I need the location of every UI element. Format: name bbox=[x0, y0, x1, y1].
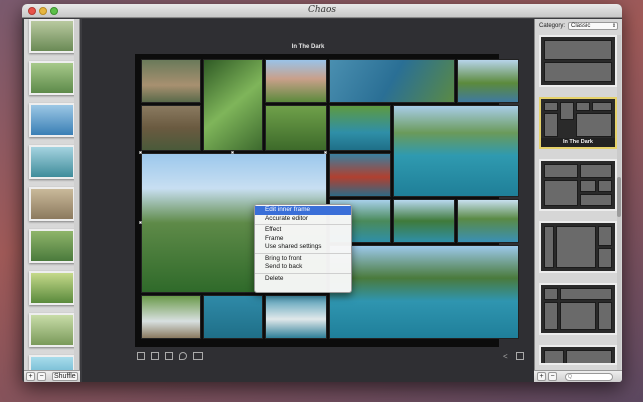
collage-photo[interactable] bbox=[329, 153, 391, 197]
menu-item-use-shared-settings[interactable]: Use shared settings bbox=[255, 243, 351, 252]
layout-name: In The Dark bbox=[541, 138, 615, 147]
layout-panel-toolbar: + − Q bbox=[534, 370, 622, 382]
collage-photo[interactable] bbox=[203, 59, 263, 151]
collage-photo[interactable] bbox=[393, 199, 455, 243]
drop-icon[interactable] bbox=[179, 352, 187, 360]
photo-thumbnail[interactable] bbox=[29, 229, 75, 263]
collage-photo[interactable] bbox=[265, 105, 327, 151]
collage-photo[interactable] bbox=[329, 105, 391, 151]
collage-photo[interactable] bbox=[141, 59, 201, 103]
photo-thumbnail[interactable] bbox=[29, 103, 75, 137]
collage-photo[interactable] bbox=[141, 295, 201, 339]
remove-layout-button[interactable]: − bbox=[548, 372, 557, 381]
collage-photo[interactable] bbox=[393, 105, 519, 197]
photo-thumbnail[interactable] bbox=[29, 271, 75, 305]
layout-panel: Category: Classic ⇕ In The Dark bbox=[534, 19, 622, 382]
resize-handle[interactable] bbox=[139, 221, 142, 224]
category-select[interactable]: Classic ⇕ bbox=[568, 22, 619, 30]
remove-photo-button[interactable]: − bbox=[37, 372, 46, 381]
menu-separator bbox=[255, 252, 351, 254]
resize-handle[interactable] bbox=[231, 151, 234, 154]
photo-thumbnail[interactable] bbox=[29, 145, 75, 179]
menu-separator bbox=[255, 272, 351, 274]
collage-photo[interactable] bbox=[141, 105, 201, 151]
layout-thumbnail[interactable] bbox=[539, 159, 617, 211]
layout-icon[interactable] bbox=[165, 352, 173, 360]
category-label: Category: bbox=[539, 23, 566, 29]
layout-thumbnail[interactable] bbox=[539, 283, 617, 335]
scrollbar-knob[interactable] bbox=[617, 177, 621, 217]
app-title: Chaos bbox=[307, 5, 337, 15]
collage-photo[interactable] bbox=[329, 59, 455, 103]
canvas-toolbar bbox=[137, 352, 203, 360]
menu-item-bring-to-front[interactable]: Bring to front bbox=[255, 255, 351, 264]
resize-handle[interactable] bbox=[139, 151, 142, 154]
crop-icon[interactable] bbox=[137, 352, 145, 360]
layout-list: In The Dark bbox=[539, 35, 617, 375]
menu-item-delete[interactable]: Delete bbox=[255, 275, 351, 284]
sidebar-scrollbar[interactable] bbox=[74, 19, 79, 370]
search-icon: Q bbox=[568, 373, 572, 380]
title-bar: Chaos bbox=[22, 4, 622, 18]
fit-view-icon[interactable] bbox=[516, 352, 524, 360]
context-menu: Edit inner frame Accurate editor Effect Fra… bbox=[254, 204, 352, 293]
shuffle-button[interactable]: Shuffle bbox=[52, 372, 78, 381]
menu-item-effect[interactable]: Effect bbox=[255, 226, 351, 235]
collage-photo[interactable] bbox=[265, 295, 327, 339]
menu-item-edit-inner-frame[interactable]: Edit inner frame bbox=[255, 206, 351, 215]
photo-sidebar-toolbar: + − Shuffle bbox=[24, 370, 80, 382]
rectangle-icon[interactable] bbox=[193, 352, 203, 360]
layout-thumbnail[interactable] bbox=[539, 345, 617, 365]
category-row: Category: Classic ⇕ bbox=[539, 22, 619, 30]
add-layout-button[interactable]: + bbox=[537, 372, 546, 381]
photo-thumbnail[interactable] bbox=[29, 61, 75, 95]
layout-search-input[interactable]: Q bbox=[565, 372, 613, 381]
photo-thumbnail-list bbox=[28, 19, 76, 382]
layout-scrollbar[interactable] bbox=[617, 35, 621, 379]
collage-canvas-area: In The Dark < bbox=[82, 19, 534, 382]
resize-handle[interactable] bbox=[324, 151, 327, 154]
chevron-down-icon: ⇕ bbox=[611, 23, 617, 29]
share-icon[interactable]: < bbox=[503, 352, 508, 361]
app-window: Chaos + − Shuffle In The Dark < Category… bbox=[22, 4, 622, 382]
collage bbox=[135, 54, 519, 347]
photo-thumbnail[interactable] bbox=[29, 19, 75, 53]
menu-item-frame[interactable]: Frame bbox=[255, 235, 351, 244]
category-value: Classic bbox=[571, 23, 591, 29]
layout-thumbnail[interactable] bbox=[539, 35, 617, 87]
collage-photo[interactable] bbox=[457, 199, 519, 243]
add-photo-button[interactable]: + bbox=[26, 372, 35, 381]
layout-thumbnail[interactable] bbox=[539, 221, 617, 273]
collage-photo[interactable] bbox=[329, 245, 519, 339]
photo-thumbnail[interactable] bbox=[29, 313, 75, 347]
layout-thumbnail-selected[interactable]: In The Dark bbox=[539, 97, 617, 149]
collage-photo[interactable] bbox=[457, 59, 519, 103]
menu-item-accurate-editor[interactable]: Accurate editor bbox=[255, 215, 351, 224]
collage-photo[interactable] bbox=[203, 295, 263, 339]
menu-item-send-to-back[interactable]: Send to back bbox=[255, 263, 351, 272]
collage-title: In The Dark bbox=[291, 44, 325, 50]
photo-thumbnail[interactable] bbox=[29, 187, 75, 221]
menu-separator bbox=[255, 224, 351, 225]
photo-sidebar bbox=[24, 19, 80, 382]
frame-icon[interactable] bbox=[151, 352, 159, 360]
collage-photo[interactable] bbox=[265, 59, 327, 103]
